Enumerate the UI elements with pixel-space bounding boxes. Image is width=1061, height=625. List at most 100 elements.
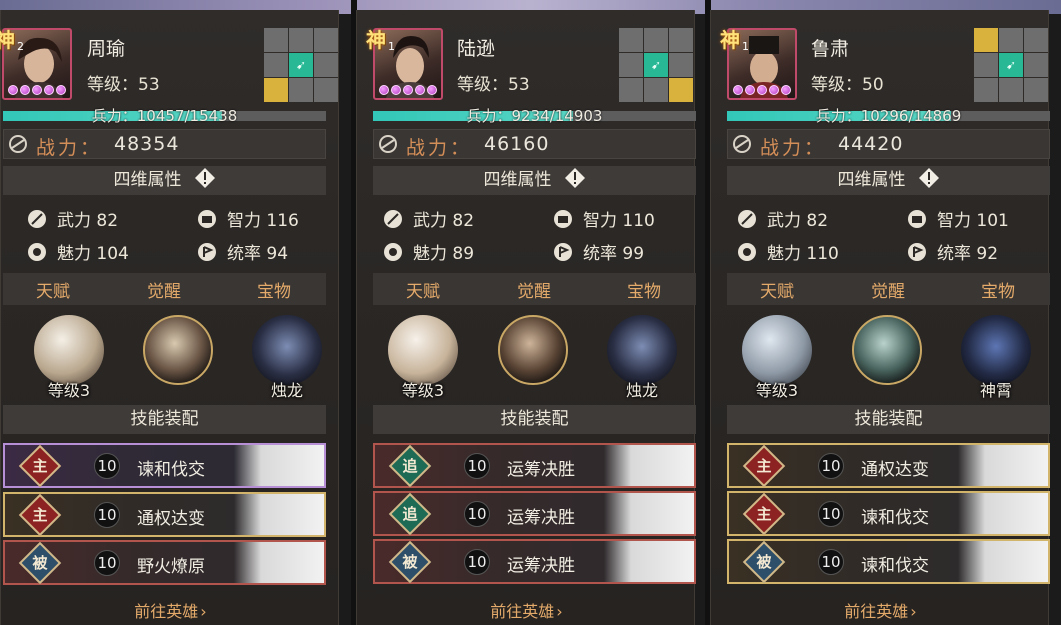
attributes-title: 四维属性	[727, 166, 1050, 195]
hero-level: 等级：53	[87, 75, 160, 95]
formation-grid[interactable]: ➹	[619, 28, 693, 102]
skill-slot-3[interactable]: 被 10 谏和伐交	[727, 539, 1050, 584]
skill-art	[604, 493, 694, 534]
stat-charisma: 魅力 110	[737, 239, 839, 264]
skill-type-badge: 主	[18, 444, 62, 488]
badge-number: 2	[17, 40, 24, 53]
stat-force: 武力 82	[737, 206, 828, 231]
skill-level: 10	[818, 501, 844, 527]
skill-type-badge: 追	[388, 444, 432, 488]
treasure-name: 烛龙	[270, 381, 303, 400]
tab-talent[interactable]: 天赋	[393, 277, 453, 302]
stat-force: 武力 82	[27, 206, 118, 231]
info-diamond-icon[interactable]	[194, 167, 216, 189]
formation-grid[interactable]: ➹	[264, 28, 338, 102]
hero-name: 鲁肃	[811, 38, 850, 60]
skill-slot-1[interactable]: 主 10 谏和伐交	[3, 443, 326, 488]
awaken-orb[interactable]	[498, 315, 568, 385]
power-value: 48354	[114, 133, 180, 155]
attributes-title: 四维属性	[373, 166, 696, 195]
awaken-orb[interactable]	[852, 315, 922, 385]
power-value: 46160	[484, 133, 550, 155]
skill-type-badge: 被	[388, 540, 432, 584]
book-icon	[908, 210, 926, 228]
talent-orb[interactable]	[388, 315, 458, 385]
equipment-tabs: 天赋 觉醒 宝物	[373, 273, 696, 305]
awaken-orb[interactable]	[143, 315, 213, 385]
skill-slot-1[interactable]: 追 10 运筹决胜	[373, 443, 696, 488]
treasure-orb[interactable]	[252, 315, 322, 385]
goto-hero-link[interactable]: 前往英雄 ›	[357, 598, 696, 622]
skills-title: 技能装配	[3, 405, 326, 434]
treasure-orb[interactable]	[607, 315, 677, 385]
tab-talent[interactable]: 天赋	[23, 277, 83, 302]
hero-card-2: 神 1 陆逊 等级：53 ➹ 兵力：9234/14903 战力： 46160 四…	[356, 10, 696, 625]
stat-command: 统率 99	[553, 239, 644, 264]
treasure-name: 神霄	[979, 381, 1012, 400]
power-value: 44420	[838, 133, 904, 155]
tab-awaken[interactable]: 觉醒	[858, 277, 918, 302]
skill-slot-2[interactable]: 追 10 运筹决胜	[373, 491, 696, 536]
stat-intellect: 智力 116	[197, 206, 299, 231]
talent-level: 等级3	[47, 381, 91, 400]
flower-icon	[384, 243, 402, 261]
goto-hero-link[interactable]: 前往英雄 ›	[1, 598, 340, 622]
info-diamond-icon[interactable]	[564, 167, 586, 189]
tab-talent[interactable]: 天赋	[747, 277, 807, 302]
skill-name: 谏和伐交	[137, 460, 205, 480]
tab-awaken[interactable]: 觉醒	[134, 277, 194, 302]
stat-force: 武力 82	[383, 206, 474, 231]
flower-icon	[738, 243, 756, 261]
skill-name: 通权达变	[861, 460, 929, 480]
tab-treasure[interactable]: 宝物	[244, 277, 304, 302]
power-swirl-icon	[379, 135, 397, 153]
info-diamond-icon[interactable]	[918, 167, 940, 189]
troop-text: 兵力：10296/14869	[815, 107, 962, 125]
stat-intellect: 智力 101	[907, 206, 1009, 231]
tab-treasure[interactable]: 宝物	[614, 277, 674, 302]
skill-name: 谏和伐交	[861, 508, 929, 528]
skill-type-badge: 被	[18, 541, 62, 585]
talent-orb[interactable]	[742, 315, 812, 385]
skill-slot-2[interactable]: 主 10 谏和伐交	[727, 491, 1050, 536]
tab-awaken[interactable]: 觉醒	[504, 277, 564, 302]
book-icon	[554, 210, 572, 228]
skill-level: 10	[94, 550, 120, 576]
skill-art	[958, 541, 1048, 582]
skill-slot-1[interactable]: 主 10 通权达变	[727, 443, 1050, 488]
sword-icon	[384, 210, 402, 228]
troop-text: 兵力：10457/15438	[91, 107, 238, 125]
skill-level: 10	[464, 501, 490, 527]
skill-slot-2[interactable]: 主 10 通权达变	[3, 492, 326, 537]
formation-grid[interactable]: ➹	[974, 28, 1048, 102]
hero-name: 陆逊	[457, 38, 496, 60]
tab-treasure[interactable]: 宝物	[968, 277, 1028, 302]
skill-art	[604, 445, 694, 486]
talent-level: 等级3	[755, 381, 799, 400]
power-label: 战力：	[406, 137, 473, 159]
treasure-orb[interactable]	[961, 315, 1031, 385]
sword-icon	[738, 210, 756, 228]
skill-slot-3[interactable]: 被 10 野火燎原	[3, 540, 326, 585]
skill-art	[958, 445, 1048, 486]
goto-hero-link[interactable]: 前往英雄 ›	[711, 598, 1050, 622]
stat-intellect: 智力 110	[553, 206, 655, 231]
power-label: 战力：	[36, 137, 103, 159]
combat-power: 战力： 46160	[373, 129, 696, 159]
flag-icon	[554, 243, 572, 261]
skill-type-badge: 主	[742, 492, 786, 536]
skill-name: 谏和伐交	[861, 556, 929, 576]
hero-card-1: 神 2 周瑜 等级：53 ➹ 兵力：10457/15438 战力： 48354 …	[0, 10, 339, 625]
badge-number: 1	[388, 40, 395, 53]
skill-slot-3[interactable]: 被 10 运筹决胜	[373, 539, 696, 584]
chevron-right-icon: ›	[910, 602, 917, 621]
skill-name: 运筹决胜	[507, 556, 575, 576]
book-icon	[198, 210, 216, 228]
troop-text: 兵力：9234/14903	[466, 107, 603, 125]
talent-orb[interactable]	[34, 315, 104, 385]
skill-level: 10	[818, 549, 844, 575]
power-swirl-icon	[733, 135, 751, 153]
skill-type-badge: 主	[742, 444, 786, 488]
flower-icon	[28, 243, 46, 261]
skill-art	[234, 542, 324, 583]
